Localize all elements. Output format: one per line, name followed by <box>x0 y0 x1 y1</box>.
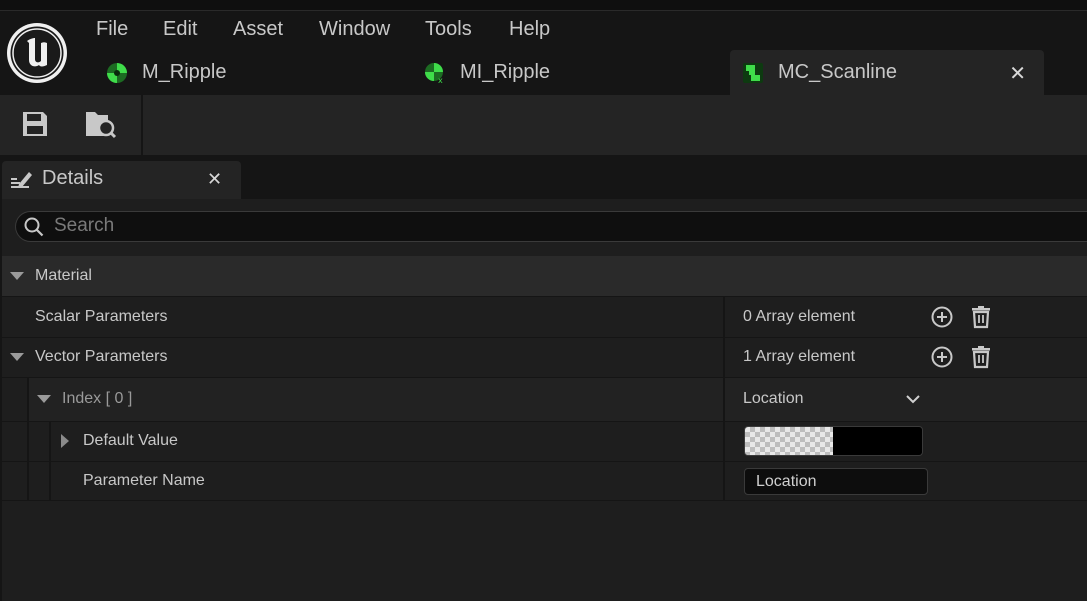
close-tab-icon[interactable]: ✕ <box>1009 61 1026 86</box>
browse-icon[interactable] <box>84 108 118 140</box>
indent-line <box>49 422 51 461</box>
delete-elements-icon[interactable] <box>969 345 993 369</box>
tab-m-ripple[interactable]: M_Ripple <box>106 50 226 95</box>
row-vector-parameters[interactable]: Vector Parameters 1 Array element <box>2 338 1087 377</box>
property-label: Vector Parameters <box>35 348 168 365</box>
menu-tools[interactable]: Tools <box>425 17 472 41</box>
menu-file[interactable]: File <box>96 17 128 41</box>
property-value: 0 Array element <box>743 308 856 325</box>
tab-mc-scanline[interactable]: MC_Scanline ✕ <box>730 50 1044 95</box>
index-dropdown-value[interactable]: Location <box>743 390 804 408</box>
expand-arrow-icon[interactable] <box>61 434 69 448</box>
property-label: Parameter Name <box>83 472 205 489</box>
alpha-preview <box>745 427 833 455</box>
close-details-icon[interactable]: ✕ <box>207 169 222 190</box>
indent-line <box>27 378 29 421</box>
property-label: Scalar Parameters <box>35 308 168 325</box>
save-icon[interactable] <box>21 110 49 138</box>
material-instance-icon: x <box>425 62 443 84</box>
unreal-logo-icon[interactable] <box>5 21 69 85</box>
indent-line <box>49 462 51 500</box>
delete-elements-icon[interactable] <box>969 305 993 329</box>
parameter-name-input[interactable] <box>744 468 928 495</box>
toolbar-separator <box>141 95 143 155</box>
column-splitter[interactable] <box>723 297 725 501</box>
indent-line <box>27 422 29 461</box>
expand-arrow-icon[interactable] <box>10 272 24 280</box>
indent-gutter <box>2 378 27 421</box>
chevron-down-icon[interactable] <box>905 392 921 406</box>
property-label: Default Value <box>83 432 178 449</box>
tab-mi-ripple[interactable]: x MI_Ripple <box>424 50 550 95</box>
add-element-icon[interactable] <box>930 305 954 329</box>
divider <box>2 500 1087 501</box>
property-value: 1 Array element <box>743 348 856 365</box>
tab-label: M_Ripple <box>142 61 227 83</box>
menu-edit[interactable]: Edit <box>163 17 197 41</box>
expand-arrow-icon[interactable] <box>10 353 24 361</box>
details-icon <box>11 172 32 188</box>
indent-line <box>27 462 29 500</box>
property-label: Index [ 0 ] <box>62 390 133 407</box>
color-swatch[interactable] <box>744 426 923 456</box>
material-collection-icon <box>743 62 763 83</box>
tab-details[interactable]: Details ✕ <box>2 161 241 199</box>
search-input[interactable]: Search <box>15 211 1087 242</box>
search-placeholder: Search <box>54 215 115 236</box>
expand-arrow-icon[interactable] <box>37 395 51 403</box>
material-icon <box>107 62 127 83</box>
category-label: Material <box>35 267 92 284</box>
row-index-0[interactable]: Index [ 0 ] Location <box>2 378 1087 421</box>
row-default-value[interactable]: Default Value <box>2 422 1087 461</box>
window-top-edge <box>0 0 1087 11</box>
tab-label: MI_Ripple <box>460 61 551 83</box>
color-preview <box>833 427 922 455</box>
menu-asset[interactable]: Asset <box>233 17 283 41</box>
search-icon <box>24 217 44 237</box>
details-title: Details <box>42 167 104 189</box>
row-scalar-parameters: Scalar Parameters 0 Array element <box>2 297 1087 337</box>
category-material[interactable]: Material <box>2 256 1087 296</box>
add-element-icon[interactable] <box>930 345 954 369</box>
menu-window[interactable]: Window <box>319 17 390 41</box>
toolbar <box>0 95 1087 155</box>
svg-text:x: x <box>438 76 443 84</box>
menu-help[interactable]: Help <box>509 17 550 41</box>
tab-label: MC_Scanline <box>778 61 897 83</box>
